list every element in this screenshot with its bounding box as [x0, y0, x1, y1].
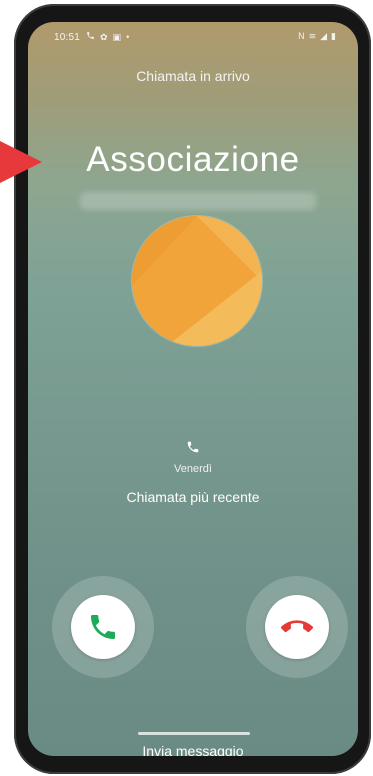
status-right-icons: N ≋ ◢ ▮ — [298, 31, 336, 41]
blurred-caller-number — [80, 192, 316, 210]
accept-call-button[interactable] — [71, 595, 135, 659]
decline-call-area — [246, 576, 348, 678]
phone-accept-icon — [91, 615, 115, 639]
status-bar: 10:51 ✿ ▣ • N ≋ ◢ ▮ — [28, 22, 358, 52]
recent-call-icon — [28, 440, 358, 457]
dot-icon: • — [126, 31, 130, 42]
image-icon: ▣ — [112, 31, 122, 42]
phone-icon — [86, 31, 95, 42]
status-left-icons: ✿ ▣ • — [86, 31, 129, 42]
screenshot-stage: 10:51 ✿ ▣ • N ≋ ◢ ▮ Chiamata in arrivo A… — [0, 0, 373, 776]
incoming-call-screen: 10:51 ✿ ▣ • N ≋ ◢ ▮ Chiamata in arrivo A… — [28, 22, 358, 756]
mute-icon: N — [298, 31, 305, 41]
battery-icon: ▮ — [331, 31, 336, 41]
caller-name: Associazione — [86, 140, 300, 179]
incoming-call-label: Chiamata in arrivo — [136, 68, 250, 84]
red-arrow-icon — [0, 141, 42, 183]
recent-call-day: Venerdì — [174, 463, 212, 475]
decline-call-button[interactable] — [265, 595, 329, 659]
status-time: 10:51 — [54, 32, 81, 43]
gear-icon: ✿ — [100, 31, 108, 42]
caller-avatar — [132, 216, 262, 346]
swipe-handle[interactable] — [138, 732, 250, 735]
recent-call-label: Chiamata più recente — [126, 489, 260, 505]
send-message-button[interactable]: Invia messaggio — [28, 743, 358, 756]
accept-call-area — [52, 576, 154, 678]
wifi-icon: ≋ — [308, 31, 317, 41]
signal-icon: ◢ — [320, 31, 328, 41]
phone-decline-icon — [281, 620, 313, 633]
